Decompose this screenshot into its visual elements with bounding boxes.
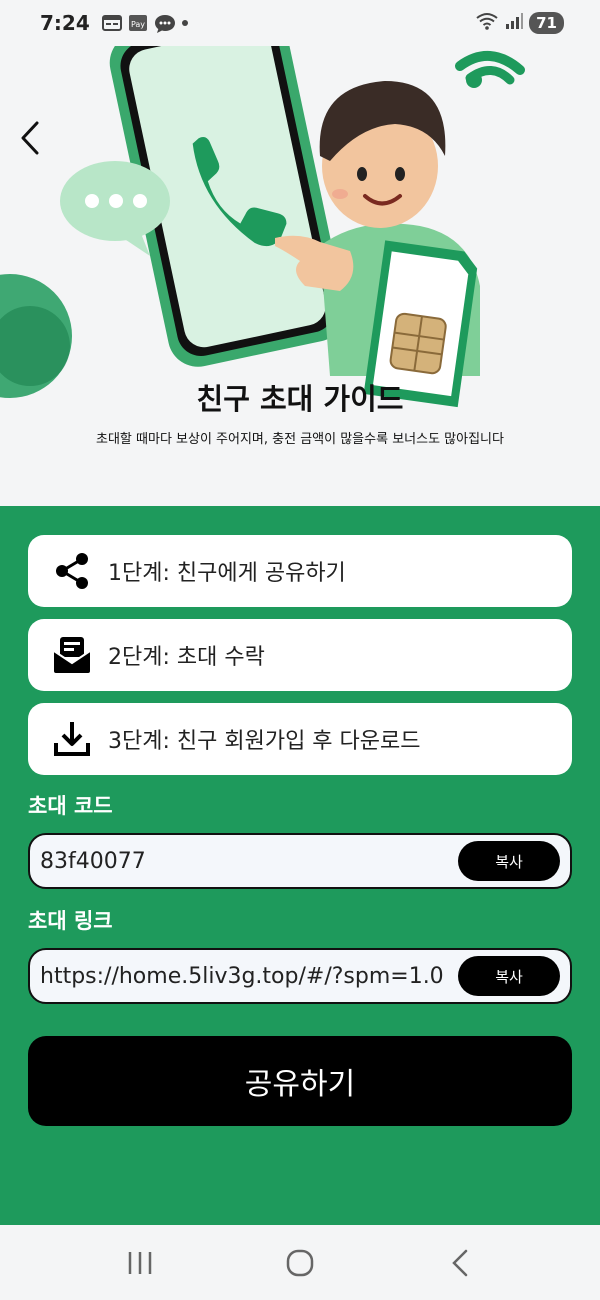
step-3-label: 3단계: 친구 회원가입 후 다운로드: [108, 729, 421, 754]
system-nav-bar: [0, 1225, 600, 1300]
wifi-icon: [475, 11, 499, 35]
home-icon[interactable]: [270, 1238, 330, 1288]
step-3-card: 3단계: 친구 회원가입 후 다운로드: [28, 703, 572, 775]
signal-icon: [505, 12, 524, 34]
status-time: 7:24: [40, 11, 90, 35]
recents-icon[interactable]: [110, 1238, 170, 1288]
chat-icon: [154, 14, 175, 33]
invite-code-label: 초대 코드: [28, 794, 113, 818]
invite-link-value: https://home.5liv3g.top/#/?spm=1.0: [40, 963, 444, 989]
battery-indicator: 71: [529, 12, 564, 34]
steps-list: 1단계: 친구에게 공유하기 2단계: 초대 수락 3단계: 친구 회원가입 후…: [28, 535, 572, 787]
download-icon: [52, 719, 92, 759]
step-1-label: 1단계: 친구에게 공유하기: [108, 561, 346, 586]
share-button[interactable]: 공유하기: [28, 1036, 572, 1126]
mail-icon: [52, 635, 92, 675]
page-subtitle: 초대할 때마다 보상이 주어지며, 충전 금액이 많을수록 보너스도 많아집니다: [96, 432, 504, 447]
pay-icon: Pay: [128, 14, 148, 32]
share-icon: [52, 551, 92, 591]
invite-code-value: 83f40077: [40, 848, 146, 874]
calendar-icon: [101, 14, 122, 32]
page-title: 친구 초대 가이드: [196, 382, 404, 416]
hero-banner: 친구 초대 가이드 초대할 때마다 보상이 주어지며, 충전 금액이 많을수록 …: [0, 46, 600, 506]
step-2-card: 2단계: 초대 수락: [28, 619, 572, 691]
chevron-left-icon: [21, 121, 39, 155]
invite-link-field[interactable]: https://home.5liv3g.top/#/?spm=1.0 복사: [28, 948, 572, 1004]
step-1-card: 1단계: 친구에게 공유하기: [28, 535, 572, 607]
hero-curve: [0, 450, 600, 483]
copy-code-button[interactable]: 복사: [458, 841, 560, 881]
invite-link-label: 초대 링크: [28, 909, 113, 933]
back-nav-icon[interactable]: [430, 1238, 490, 1288]
copy-link-button[interactable]: 복사: [458, 956, 560, 996]
svg-text:Pay: Pay: [131, 20, 145, 29]
back-button[interactable]: [14, 118, 46, 158]
invite-code-field[interactable]: 83f40077 복사: [28, 833, 572, 889]
status-bar: 7:24 Pay 71: [0, 0, 600, 46]
step-2-label: 2단계: 초대 수락: [108, 645, 265, 670]
dot-icon: [180, 14, 190, 32]
